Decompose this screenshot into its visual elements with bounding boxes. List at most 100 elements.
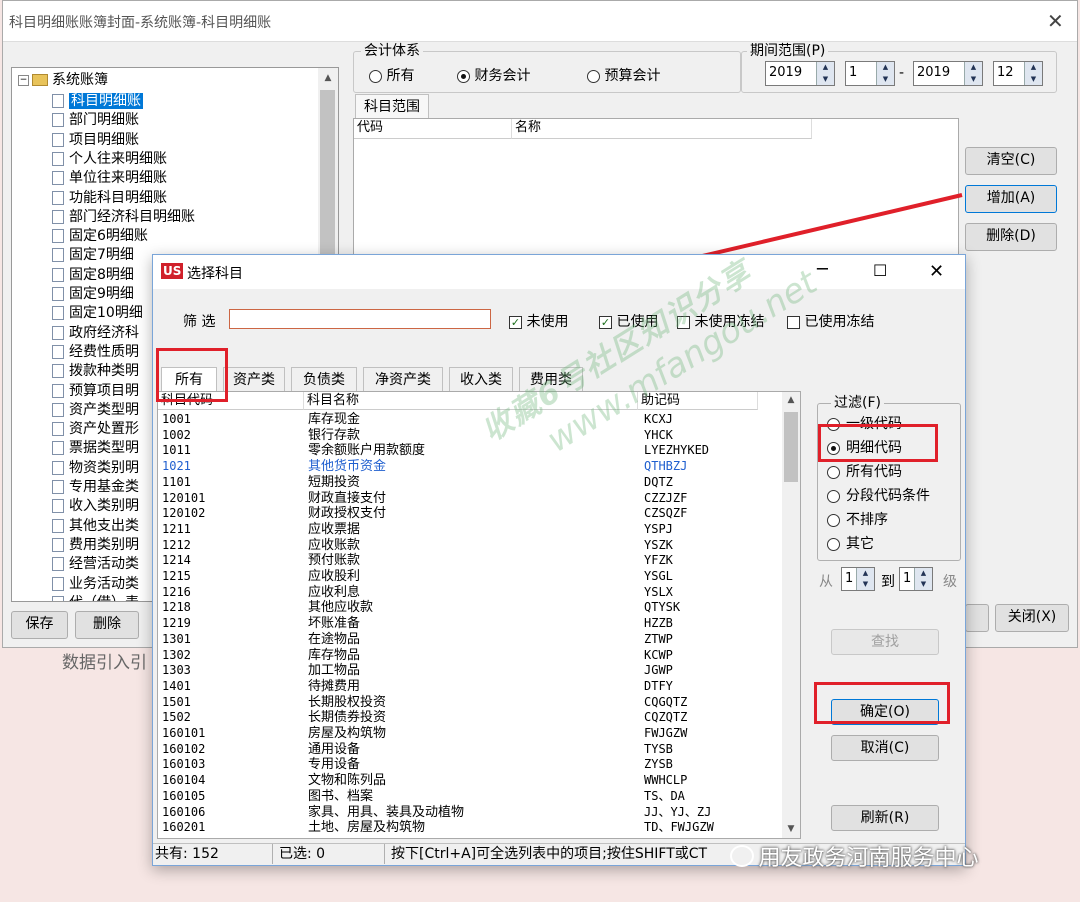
table-row[interactable]: 1401 待摊费用 DTFY	[158, 679, 778, 695]
spin-up-icon[interactable]: ▲	[965, 62, 982, 74]
spin-buttons[interactable]: ▲ ▼	[1024, 62, 1042, 85]
table-row[interactable]: 1001 库存现金 KCXJ	[158, 412, 778, 428]
table-row[interactable]: 1301 在途物品 ZTWP	[158, 632, 778, 648]
table-row[interactable]: 1218 其他应收款 QTYSK	[158, 600, 778, 616]
check-used-frozen[interactable]: 已使用冻结	[787, 311, 874, 331]
tree-item[interactable]: 物资类别明	[52, 459, 139, 478]
col-header-subject-name[interactable]: 科目名称	[304, 392, 638, 410]
tree-item[interactable]: 固定8明细	[52, 266, 134, 285]
spin-buttons[interactable]: ▲ ▼	[856, 568, 874, 590]
spin-up-icon[interactable]: ▲	[857, 568, 874, 579]
table-row[interactable]: 160103 专用设备 ZYSB	[158, 757, 778, 773]
tree-item[interactable]: 资产处置形	[52, 420, 139, 439]
tree-item[interactable]: 代（借）表	[52, 594, 139, 601]
scroll-up-icon[interactable]: ▲	[782, 392, 800, 409]
table-row[interactable]: 120102 财政授权支付 CZSQZF	[158, 506, 778, 522]
minimize-icon[interactable]: ─	[817, 259, 828, 280]
table-row[interactable]: 160105 图书、档案 TS、DA	[158, 789, 778, 805]
table-row[interactable]: 160102 通用设备 TYSB	[158, 742, 778, 758]
table-row[interactable]: 120101 财政直接支付 CZZJZF	[158, 491, 778, 507]
spin-down-icon[interactable]: ▼	[817, 74, 834, 86]
tab-assets[interactable]: 资产类	[223, 367, 285, 391]
check-unused[interactable]: ✓ 未使用	[509, 311, 568, 331]
tree-item[interactable]: 经营活动类	[52, 555, 139, 574]
table-row[interactable]: 1502 长期债券投资 CQZQTZ	[158, 710, 778, 726]
col-header-name[interactable]: 名称	[512, 119, 812, 139]
table-row[interactable]: 160106 家具、用具、装具及动植物 JJ、YJ、ZJ	[158, 805, 778, 821]
tree-item[interactable]: 固定10明细	[52, 304, 143, 323]
tree-item[interactable]: 预算项目明	[52, 382, 139, 401]
scroll-up-icon[interactable]: ▲	[318, 70, 338, 87]
acct-radio-budget[interactable]: 预算会计	[587, 65, 660, 85]
col-header-code[interactable]: 代码	[354, 119, 512, 139]
spin-buttons[interactable]: ▲ ▼	[914, 568, 932, 590]
table-row[interactable]: 160104 文物和陈列品 WWHCLP	[158, 773, 778, 789]
hidden-button[interactable]	[965, 604, 989, 632]
tree-item[interactable]: 费用类别明	[52, 536, 139, 555]
to-month-stepper[interactable]: 12 ▲ ▼	[993, 61, 1043, 86]
level-from-stepper[interactable]: 1 ▲ ▼	[841, 567, 875, 591]
spin-down-icon[interactable]: ▼	[1025, 74, 1042, 86]
acct-radio-all[interactable]: 所有	[369, 65, 414, 85]
check-used[interactable]: ✓ 已使用	[599, 311, 658, 331]
table-row[interactable]: 1501 长期股权投资 CQGQTZ	[158, 695, 778, 711]
tree-item[interactable]: 功能科目明细账	[52, 189, 167, 208]
spin-buttons[interactable]: ▲ ▼	[964, 62, 982, 85]
spin-down-icon[interactable]: ▼	[965, 74, 982, 86]
scroll-thumb[interactable]	[784, 412, 798, 482]
spin-buttons[interactable]: ▲ ▼	[876, 62, 894, 85]
dialog-close-icon[interactable]: ✕	[929, 261, 944, 282]
filter-radio-option[interactable]: 分段代码条件	[827, 485, 930, 505]
from-year-stepper[interactable]: 2019 ▲ ▼	[765, 61, 835, 86]
tree-item[interactable]: 业务活动类	[52, 575, 139, 594]
close-button[interactable]: 关闭(X)	[995, 604, 1069, 632]
tree-item[interactable]: 经费性质明	[52, 343, 139, 362]
filter-input[interactable]	[229, 309, 491, 329]
filter-radio-option[interactable]: 所有代码	[827, 461, 902, 481]
remove-button[interactable]: 删除	[75, 611, 139, 639]
table-row[interactable]: 1216 应收利息 YSLX	[158, 585, 778, 601]
collapse-icon[interactable]: −	[18, 74, 29, 86]
tree-root[interactable]: − 系统账簿	[18, 71, 108, 90]
subject-list[interactable]: 科目代码 科目名称 助记码 1001 库存现金 KCXJ 1002 银行存款 YHCK 10…	[157, 391, 801, 839]
tab-income[interactable]: 收入类	[449, 367, 513, 391]
save-button[interactable]: 保存	[11, 611, 68, 639]
maximize-icon[interactable]: ☐	[873, 261, 887, 280]
cancel-button[interactable]: 取消(C)	[831, 735, 939, 761]
table-row[interactable]: 160101 房屋及构筑物 FWJGZW	[158, 726, 778, 742]
tree-item[interactable]: 收入类别明	[52, 497, 139, 516]
table-row[interactable]: 1002 银行存款 YHCK	[158, 428, 778, 444]
from-month-stepper[interactable]: 1 ▲ ▼	[845, 61, 895, 86]
filter-radio-option[interactable]: 不排序	[827, 509, 888, 529]
scroll-down-icon[interactable]: ▼	[782, 821, 800, 838]
tree-item[interactable]: 单位往来明细账	[52, 169, 167, 188]
tree-item[interactable]: 票据类型明	[52, 439, 139, 458]
clear-button[interactable]: 清空(C)	[965, 147, 1057, 175]
table-row[interactable]: 1011 零余额账户用款额度 LYEZHYKED	[158, 443, 778, 459]
refresh-button[interactable]: 刷新(R)	[831, 805, 939, 831]
tree-item[interactable]: 政府经济科	[52, 324, 139, 343]
delete-button[interactable]: 删除(D)	[965, 223, 1057, 251]
check-unused-frozen[interactable]: 未使用冻结	[677, 311, 764, 331]
acct-radio-financial[interactable]: 财务会计	[457, 65, 530, 85]
spin-down-icon[interactable]: ▼	[877, 74, 894, 86]
level-to-stepper[interactable]: 1 ▲ ▼	[899, 567, 933, 591]
table-row[interactable]: 160201 土地、房屋及构筑物 TD、FWJGZW	[158, 820, 778, 836]
table-row[interactable]: 1101 短期投资 DQTZ	[158, 475, 778, 491]
spin-buttons[interactable]: ▲ ▼	[816, 62, 834, 85]
tab-subject-range[interactable]: 科目范围	[355, 94, 429, 118]
table-row[interactable]: 1215 应收股利 YSGL	[158, 569, 778, 585]
tree-item[interactable]: 其他支出类	[52, 517, 139, 536]
list-scrollbar[interactable]: ▲ ▼	[782, 392, 800, 838]
tab-net-assets[interactable]: 净资产类	[363, 367, 443, 391]
tree-item[interactable]: 固定7明细	[52, 246, 134, 265]
tab-expense[interactable]: 费用类	[519, 367, 583, 391]
tree-item[interactable]: 固定9明细	[52, 285, 134, 304]
tree-item[interactable]: 科目明细账	[52, 92, 143, 111]
tree-item[interactable]: 部门经济科目明细账	[52, 208, 195, 227]
spin-up-icon[interactable]: ▲	[1025, 62, 1042, 74]
spin-down-icon[interactable]: ▼	[857, 579, 874, 590]
col-header-mnemonic[interactable]: 助记码	[638, 392, 758, 410]
table-row[interactable]: 1021 其他货币资金 QTHBZJ	[158, 459, 778, 475]
find-button[interactable]: 查找	[831, 629, 939, 655]
